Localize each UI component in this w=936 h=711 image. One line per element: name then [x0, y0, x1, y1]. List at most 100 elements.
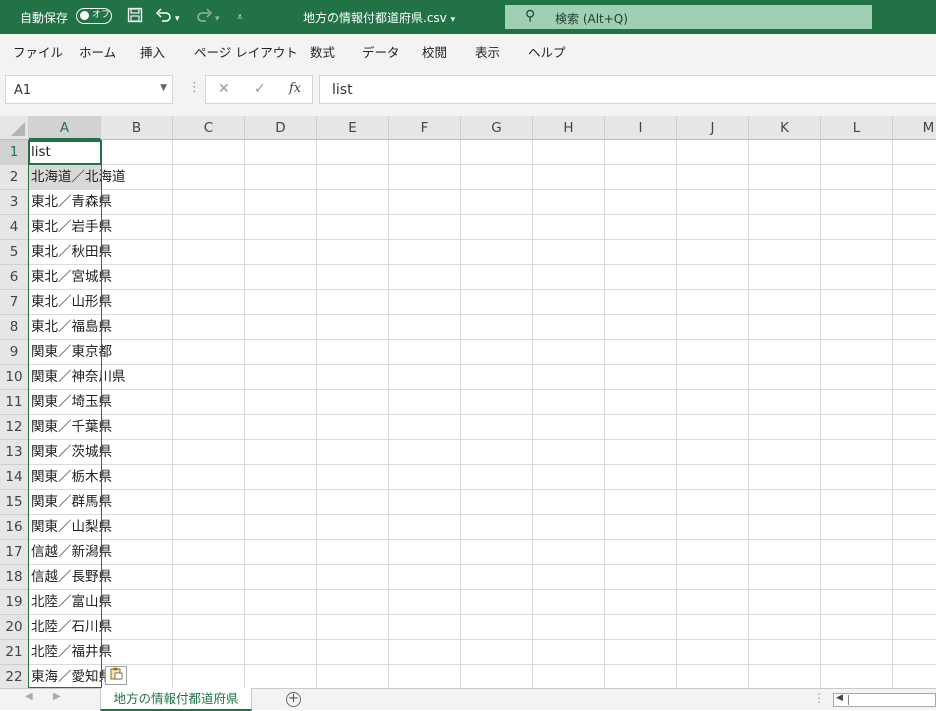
tab-splitter-icon[interactable]: ⋮	[813, 691, 825, 705]
cell-a[interactable]: 関東／千葉県	[31, 415, 112, 439]
cell-a[interactable]: 東海／愛知県	[31, 665, 112, 688]
row-header[interactable]: 1	[0, 140, 29, 165]
tab-insert[interactable]: 挿入	[140, 42, 165, 61]
column-header[interactable]: G	[461, 116, 533, 140]
cell-a[interactable]: 北陸／福井県	[31, 640, 112, 664]
paste-options-icon[interactable]	[105, 666, 127, 685]
autosave-toggle[interactable]: オフ	[76, 8, 112, 24]
cell-a[interactable]: 関東／神奈川県	[31, 365, 126, 389]
add-sheet-icon[interactable]: +	[286, 692, 301, 707]
column-header[interactable]: F	[389, 116, 461, 140]
gridline	[29, 214, 936, 215]
file-name[interactable]: 地方の情報付都道府県.csv ▾	[303, 9, 455, 26]
row-header[interactable]: 15	[0, 490, 29, 515]
row-header[interactable]: 8	[0, 315, 29, 340]
row-header[interactable]: 6	[0, 265, 29, 290]
tab-formulas[interactable]: 数式	[310, 42, 335, 61]
worksheet-grid[interactable]: A B C D E F G H I J K L M 1 list 2 北海道／北海道 3…	[0, 116, 936, 688]
row-header[interactable]: 12	[0, 415, 29, 440]
tab-home[interactable]: ホーム	[79, 42, 116, 61]
row-header[interactable]: 21	[0, 640, 29, 665]
title-bar: 自動保存 オフ ▾ ▾ ⩡ 地方の情報付都道府県.csv ▾ ⚲ 検索 (Alt…	[0, 0, 936, 34]
cell-a[interactable]: 信越／新潟県	[31, 540, 112, 564]
row-header[interactable]: 3	[0, 190, 29, 215]
cell-a[interactable]: 関東／山梨県	[31, 515, 112, 539]
chevron-down-icon[interactable]: ▼	[160, 83, 167, 93]
row-header[interactable]: 17	[0, 540, 29, 565]
row-header[interactable]: 4	[0, 215, 29, 240]
row-header[interactable]: 19	[0, 590, 29, 615]
tab-help[interactable]: ヘルプ	[528, 42, 566, 61]
horizontal-scrollbar[interactable]: ◀	[833, 693, 936, 707]
column-header[interactable]: A	[29, 116, 101, 140]
column-header[interactable]: D	[245, 116, 317, 140]
formula-content: list	[332, 82, 353, 98]
search-box[interactable]: ⚲ 検索 (Alt+Q)	[505, 5, 872, 29]
cell-a[interactable]: 北陸／富山県	[31, 590, 112, 614]
gridline	[29, 339, 936, 340]
formula-buttons: ✕ ✓ fx	[205, 75, 313, 104]
insert-function-icon[interactable]: fx	[289, 81, 301, 96]
formula-bar: A1 ▼ ⋮ ✕ ✓ fx list	[0, 66, 936, 116]
cell-a[interactable]: 東北／山形県	[31, 290, 112, 314]
resize-handle-icon[interactable]: ⋮	[188, 80, 201, 95]
cell-a[interactable]: 関東／茨城県	[31, 440, 112, 464]
cell-a[interactable]: 東北／秋田県	[31, 240, 112, 264]
scroll-thumb[interactable]	[848, 695, 849, 705]
column-header[interactable]: E	[317, 116, 389, 140]
tab-review[interactable]: 校閲	[422, 42, 447, 61]
row-header[interactable]: 11	[0, 390, 29, 415]
row-header[interactable]: 20	[0, 615, 29, 640]
column-header[interactable]: C	[173, 116, 245, 140]
tab-page-layout[interactable]: ページ レイアウト	[194, 42, 298, 61]
tab-file[interactable]: ファイル	[13, 42, 63, 61]
row-header[interactable]: 9	[0, 340, 29, 365]
active-cell[interactable]	[28, 140, 102, 165]
select-all-button[interactable]	[0, 116, 29, 140]
search-icon: ⚲	[525, 8, 536, 24]
formula-input[interactable]: list	[319, 75, 936, 104]
scroll-left-icon[interactable]: ◀	[836, 693, 843, 703]
tab-data[interactable]: データ	[362, 42, 400, 61]
column-header[interactable]: L	[821, 116, 893, 140]
column-header[interactable]: J	[677, 116, 749, 140]
column-header[interactable]: K	[749, 116, 821, 140]
column-header[interactable]: B	[101, 116, 173, 140]
cell-a[interactable]: 関東／栃木県	[31, 465, 112, 489]
sheet-tab[interactable]: 地方の情報付都道府県	[100, 688, 252, 711]
cell-a[interactable]: 信越／長野県	[31, 565, 112, 589]
customize-toolbar-icon[interactable]: ⩡	[237, 9, 243, 27]
cell-a[interactable]: 北陸／石川県	[31, 615, 112, 639]
column-header[interactable]: H	[533, 116, 605, 140]
name-box[interactable]: A1 ▼	[5, 75, 173, 104]
undo-icon[interactable]	[155, 7, 173, 27]
row-header[interactable]: 16	[0, 515, 29, 540]
next-sheet-icon[interactable]: ▶	[53, 691, 61, 702]
cell-a[interactable]: 東北／青森県	[31, 190, 112, 214]
row-header[interactable]: 14	[0, 465, 29, 490]
cell-a[interactable]: 関東／埼玉県	[31, 390, 112, 414]
cell-a[interactable]: 北海道／北海道	[31, 165, 126, 189]
row-header[interactable]: 22	[0, 665, 29, 688]
row-header[interactable]: 7	[0, 290, 29, 315]
cell-a[interactable]: 関東／東京都	[31, 340, 112, 364]
column-header[interactable]: I	[605, 116, 677, 140]
row-header[interactable]: 5	[0, 240, 29, 265]
cell-a[interactable]: 東北／岩手県	[31, 215, 112, 239]
cancel-icon[interactable]: ✕	[218, 81, 230, 97]
row-header[interactable]: 18	[0, 565, 29, 590]
cell-a[interactable]: 東北／福島県	[31, 315, 112, 339]
row-header[interactable]: 13	[0, 440, 29, 465]
row-header[interactable]: 2	[0, 165, 29, 190]
tab-view[interactable]: 表示	[475, 42, 500, 61]
cell-a[interactable]: 東北／宮城県	[31, 265, 112, 289]
undo-dropdown-icon[interactable]: ▾	[175, 10, 180, 28]
row-header[interactable]: 10	[0, 365, 29, 390]
prev-sheet-icon[interactable]: ◀	[25, 691, 33, 702]
column-header[interactable]: M	[893, 116, 936, 140]
autosave-label: 自動保存	[20, 11, 69, 25]
save-icon[interactable]	[127, 7, 143, 27]
enter-icon[interactable]: ✓	[254, 81, 266, 97]
chevron-down-icon: ▾	[450, 15, 456, 25]
cell-a[interactable]: 関東／群馬県	[31, 490, 112, 514]
